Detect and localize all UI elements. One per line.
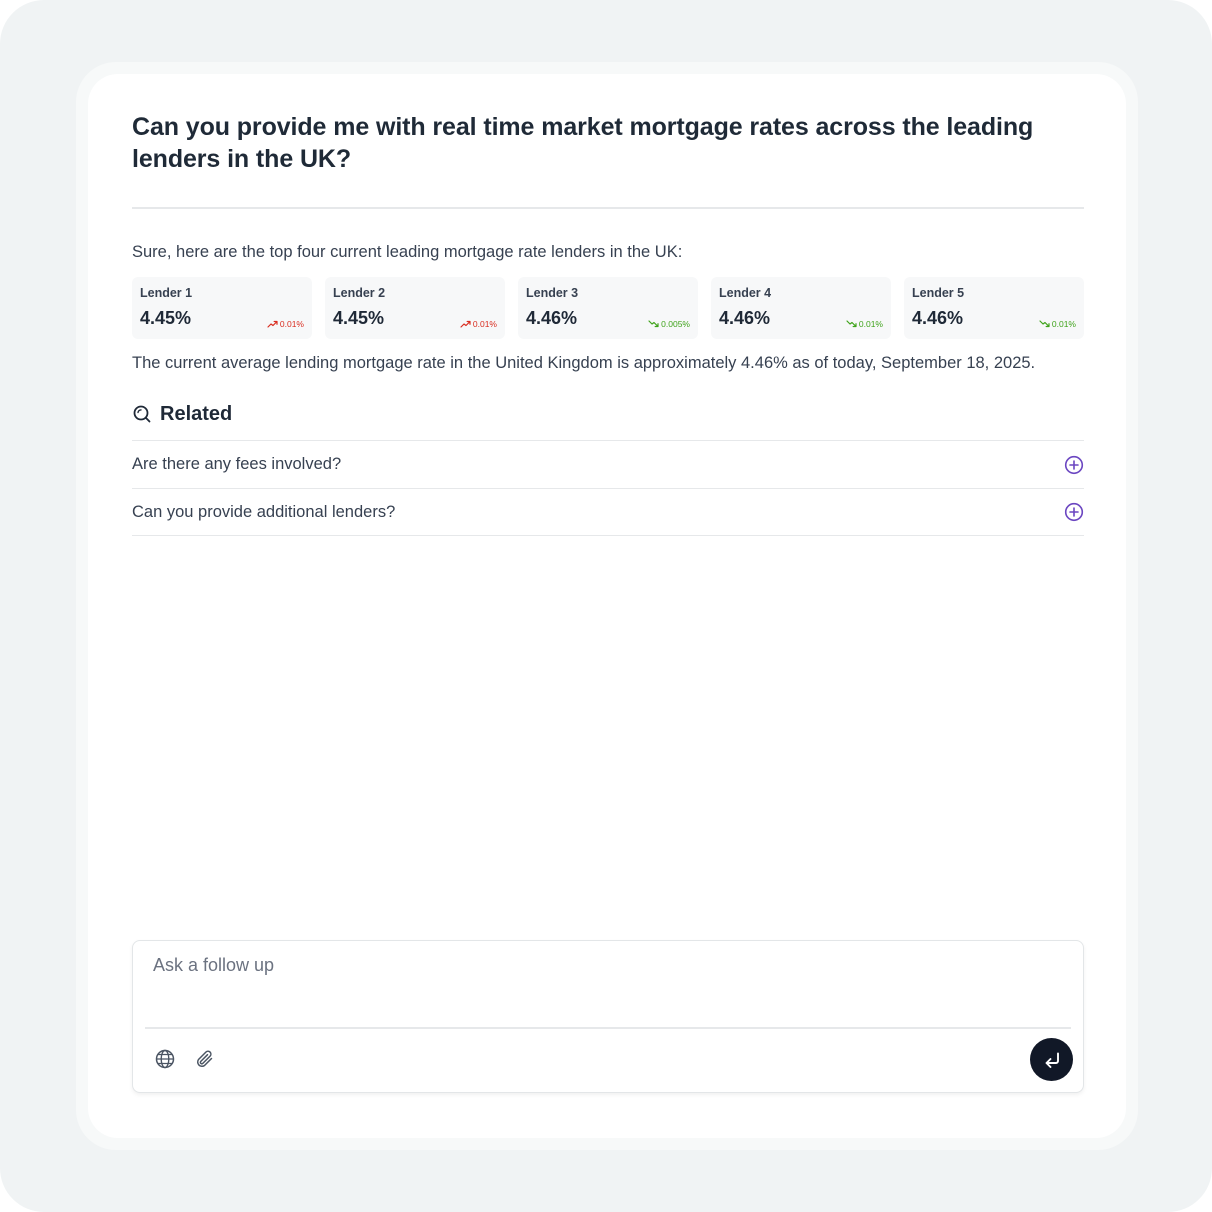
plus-circle-icon[interactable] xyxy=(1064,455,1084,475)
lender-rate: 4.46% xyxy=(526,308,578,328)
rate-change-value: 0.01% xyxy=(279,319,304,329)
trend-up-icon xyxy=(460,320,471,328)
lender-rate: 4.45% xyxy=(140,308,192,328)
globe-icon xyxy=(155,1049,175,1069)
plus-circle-icon[interactable] xyxy=(1064,502,1084,522)
trend-down-icon xyxy=(648,320,659,328)
trend-down-icon xyxy=(1039,320,1050,328)
rate-change-value: 0.01% xyxy=(858,319,883,329)
answer-intro: Sure, here are the top four current lead… xyxy=(132,243,683,261)
answer-summary: The current average lending mortgage rat… xyxy=(132,354,1036,372)
lender-name: Lender 2 xyxy=(333,286,386,300)
search-icon xyxy=(133,405,151,423)
lender-cards: Lender 1 4.45% 0.01% Lender 2 4.45% 0.01… xyxy=(132,277,1084,339)
lender-card[interactable]: Lender 2 4.45% 0.01% xyxy=(325,277,505,339)
lender-card[interactable]: Lender 3 4.46% 0.005% xyxy=(518,277,698,339)
lender-name: Lender 1 xyxy=(140,286,193,300)
lender-card[interactable]: Lender 1 4.45% 0.01% xyxy=(132,277,312,339)
rate-change: 0.005% xyxy=(648,319,690,329)
lender-rate: 4.45% xyxy=(333,308,385,328)
trend-up-icon xyxy=(267,320,278,328)
rate-change: 0.01% xyxy=(1039,319,1076,329)
question-heading: Can you provide me with real time market… xyxy=(132,113,1034,173)
rate-change-value: 0.01% xyxy=(1051,319,1076,329)
attach-button[interactable] xyxy=(193,1047,217,1071)
lender-card[interactable]: Lender 5 4.46% 0.01% xyxy=(904,277,1084,339)
trend-down-icon xyxy=(846,320,857,328)
related-item[interactable]: Are there any fees involved? xyxy=(132,440,1084,488)
rate-change: 0.01% xyxy=(460,319,497,329)
enter-arrow-icon xyxy=(1045,1052,1059,1068)
lender-name: Lender 4 xyxy=(719,286,772,300)
lender-rate: 4.46% xyxy=(719,308,771,328)
rate-change: 0.01% xyxy=(846,319,883,329)
composer xyxy=(132,940,1084,1093)
paperclip-icon xyxy=(196,1050,213,1068)
related-item-label: Can you provide additional lenders? xyxy=(132,502,396,521)
related-item[interactable]: Can you provide additional lenders? xyxy=(132,488,1084,536)
divider xyxy=(132,207,1084,209)
rate-change: 0.01% xyxy=(267,319,304,329)
send-button[interactable] xyxy=(1030,1038,1073,1081)
related-item-label: Are there any fees involved? xyxy=(132,455,342,473)
lender-card[interactable]: Lender 4 4.46% 0.01% xyxy=(711,277,891,339)
lender-rate: 4.46% xyxy=(912,308,964,328)
rate-change-value: 0.005% xyxy=(661,319,690,329)
related-header: Related xyxy=(132,402,232,426)
lender-name: Lender 3 xyxy=(526,286,579,300)
related-list: Are there any fees involved? Can you pro… xyxy=(132,440,1084,536)
related-title: Related xyxy=(160,402,233,425)
lender-name: Lender 5 xyxy=(912,286,965,300)
rate-change-value: 0.01% xyxy=(472,319,497,329)
web-search-button[interactable] xyxy=(153,1047,177,1071)
follow-up-input[interactable] xyxy=(153,955,1053,1015)
composer-divider xyxy=(145,1027,1071,1029)
